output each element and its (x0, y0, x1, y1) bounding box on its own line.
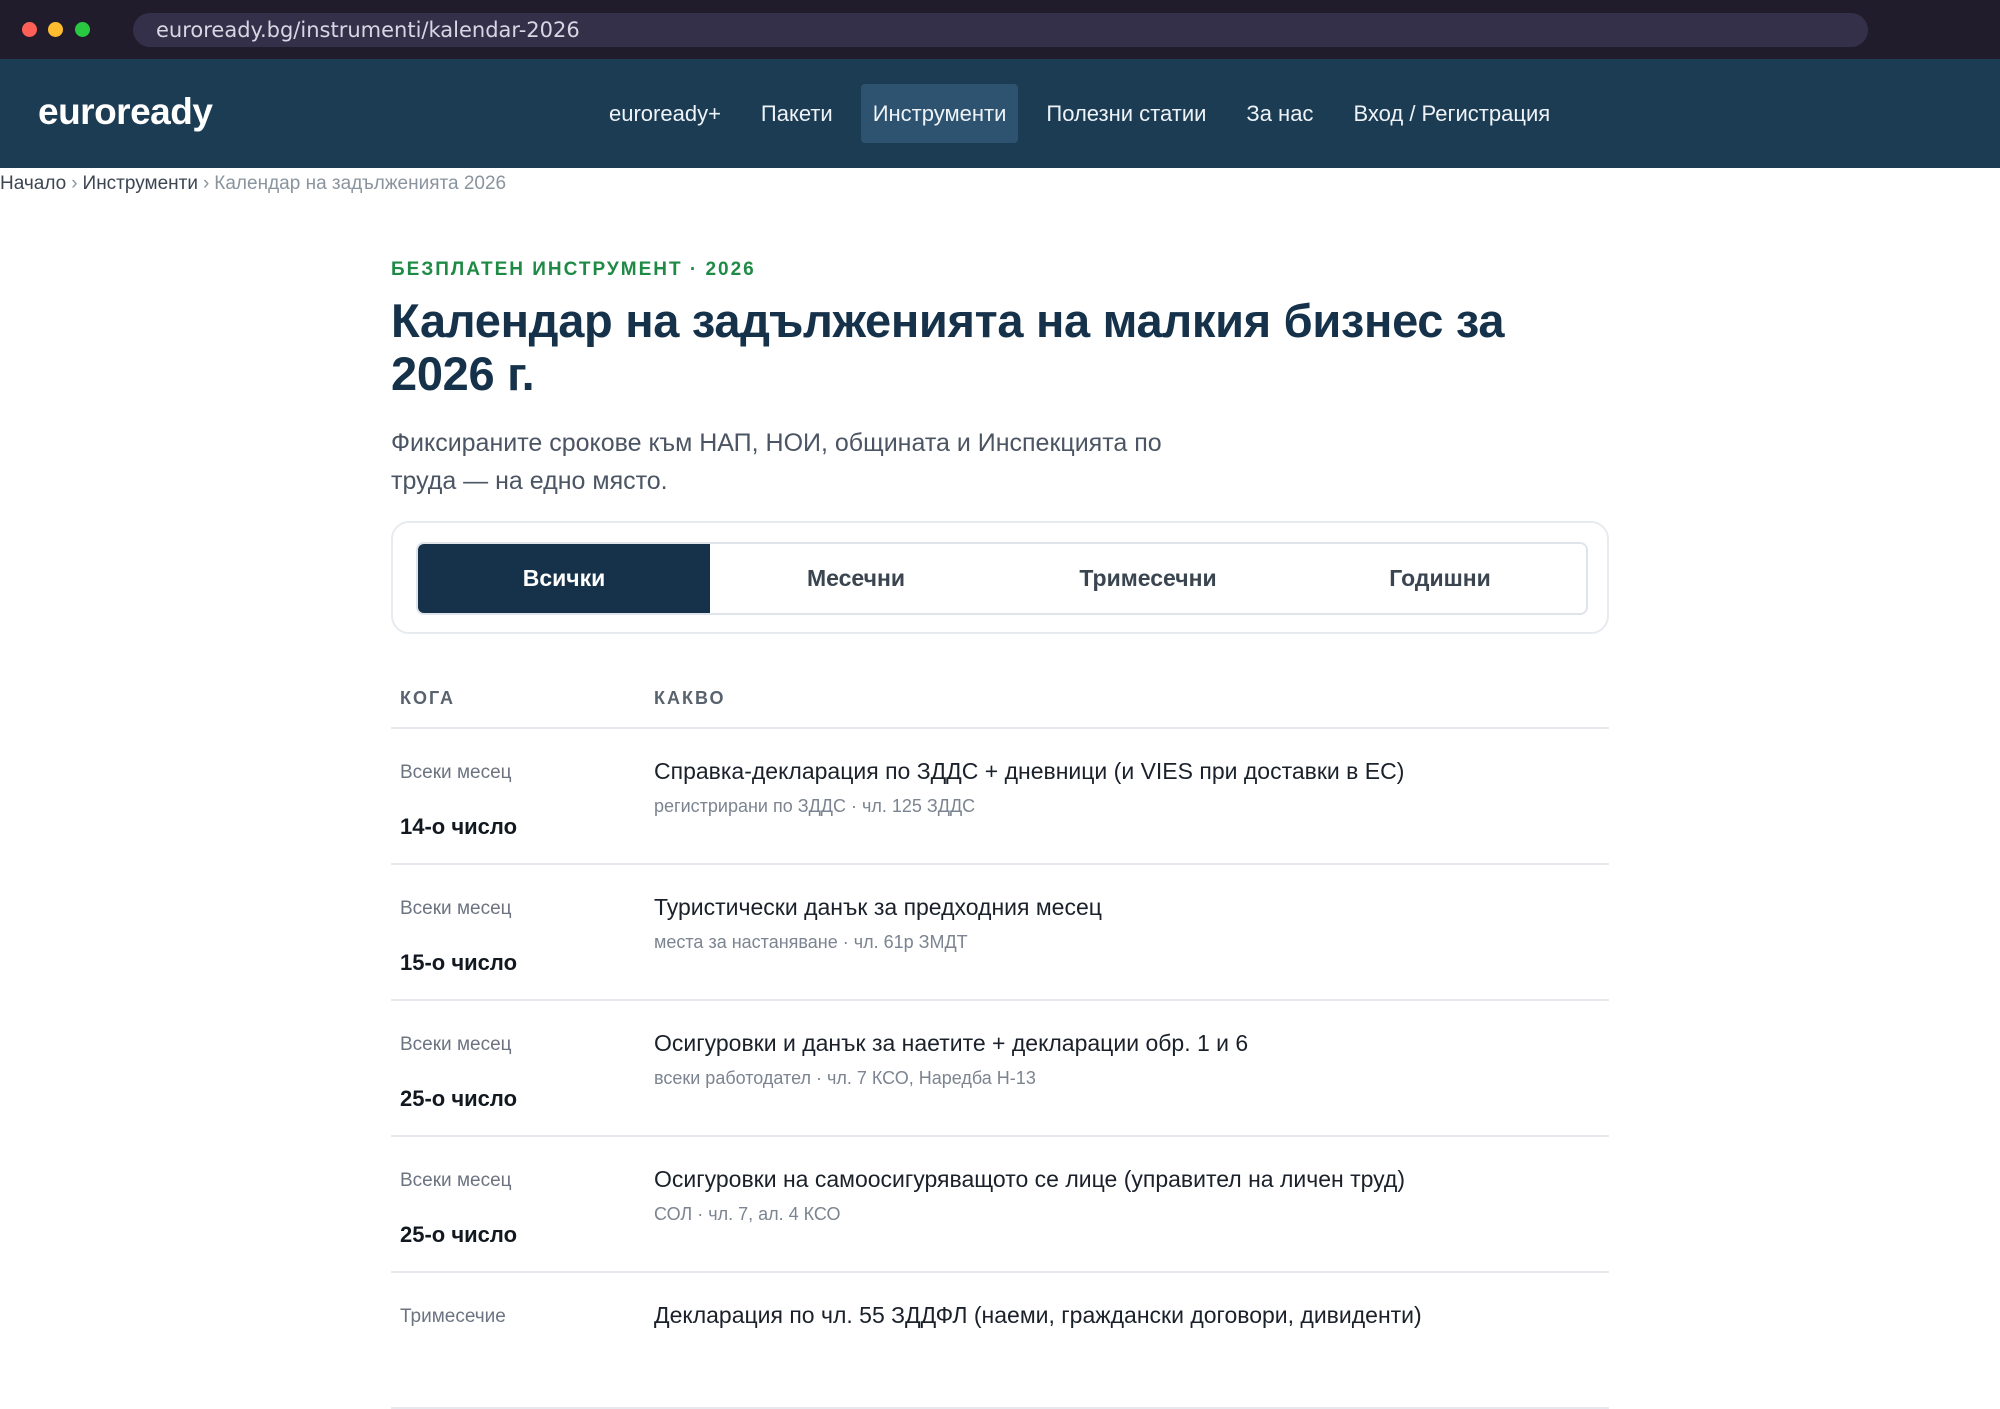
row-note: всеки работодател · чл. 7 КСО, Наредба Н… (654, 1068, 1036, 1088)
deadlines-table: КОГА КАКВО Всеки месец 14-о число Справк… (391, 672, 1609, 1409)
tab-quarterly[interactable]: Тримесечни (1002, 544, 1294, 613)
row-note: места за настаняване · чл. 61р ЗМДТ (654, 932, 968, 952)
row-task: Осигуровки на самоосигуряващото се лице … (654, 1166, 1405, 1192)
row-frequency: Всеки месец (400, 898, 512, 919)
minimize-window-icon[interactable] (48, 22, 63, 37)
page-subtitle: Фиксираните срокове към НАП, НОИ, община… (391, 429, 1162, 495)
nav-item-articles[interactable]: Полезни статии (1034, 84, 1218, 143)
table-row: Всеки месец 14-о число Справка-деклараци… (391, 729, 1609, 865)
row-date: 14-о число (400, 814, 518, 839)
row-frequency: Всеки месец (400, 762, 512, 783)
row-task: Туристически данък за предходния месец (654, 894, 1102, 920)
nav-item-login[interactable]: Вход / Регистрация (1341, 84, 1562, 143)
breadcrumb: Начало › Инструменти › Календар на задължени… (0, 173, 506, 195)
row-task: Справка-декларация по ЗДДС + дневници (и… (654, 758, 1405, 784)
breadcrumb-tools[interactable]: Инструменти (83, 173, 198, 194)
row-task: Осигуровки и данък за наетите + декларац… (654, 1030, 1249, 1056)
browser-chrome: euroready.bg/instrumenti/kalendar-2026 (0, 0, 2000, 59)
tab-all[interactable]: Всички (418, 544, 710, 613)
filter-tabs: Всички Месечни Тримесечни Годишни (416, 542, 1588, 615)
row-note: регистрирани по ЗДДС · чл. 125 ЗДДС (654, 796, 976, 816)
table-row: Всеки месец 25-о число Осигуровки на сам… (391, 1137, 1609, 1273)
breadcrumb-home[interactable]: Начало (0, 173, 66, 194)
site-header: euroready euroready+ Пакети Инструменти … (0, 59, 2000, 168)
breadcrumb-separator: › (202, 173, 210, 194)
breadcrumb-current: Календар на задълженията 2026 (214, 173, 507, 194)
page-hero: БЕЗПЛАТЕН ИНСТРУМЕНТ · 2026 Календар на … (391, 258, 1609, 500)
close-window-icon[interactable] (22, 22, 37, 37)
filter-panel: Всички Месечни Тримесечни Годишни (391, 521, 1609, 634)
nav-item-tools[interactable]: Инструменти (860, 84, 1019, 143)
row-date: 25-о число (400, 1222, 518, 1247)
row-note: СОЛ · чл. 7, ал. 4 КСО (654, 1204, 841, 1224)
table-row: Всеки месец 25-о число Осигуровки и данъ… (391, 1001, 1609, 1137)
row-date: 25-о число (400, 1086, 518, 1111)
row-task: Декларация по чл. 55 ЗДДФЛ (наеми, гражд… (654, 1302, 1422, 1328)
tab-monthly[interactable]: Месечни (710, 544, 1002, 613)
table-row: Всеки месец 15-о число Туристически данъ… (391, 865, 1609, 1001)
maximize-window-icon[interactable] (75, 22, 90, 37)
row-date: 15-о число (400, 950, 518, 975)
nav-item-euroready-plus[interactable]: euroready+ (597, 84, 733, 143)
address-bar[interactable]: euroready.bg/instrumenti/kalendar-2026 (133, 13, 1868, 47)
main-menu: euroready+ Пакети Инструменти Полезни ст… (597, 84, 1578, 143)
nav-item-about[interactable]: За нас (1234, 84, 1325, 143)
table-header: КОГА КАКВО (391, 672, 1609, 729)
row-frequency: Тримесечие (400, 1306, 506, 1327)
breadcrumb-separator: › (71, 173, 78, 194)
table-row: Тримесечие Декларация по чл. 55 ЗДДФЛ (н… (391, 1273, 1609, 1409)
column-header-when: КОГА (400, 688, 456, 708)
row-frequency: Всеки месец (400, 1170, 512, 1191)
nav-item-packages[interactable]: Пакети (749, 84, 845, 143)
tab-yearly[interactable]: Годишни (1294, 544, 1586, 613)
page-title: Календар на задълженията на малкия бизне… (391, 294, 1505, 400)
row-frequency: Всеки месец (400, 1034, 512, 1055)
site-logo[interactable]: euroready (38, 91, 213, 133)
column-header-what: КАКВО (654, 688, 726, 708)
page-kicker: БЕЗПЛАТЕН ИНСТРУМЕНТ · 2026 (391, 259, 756, 280)
